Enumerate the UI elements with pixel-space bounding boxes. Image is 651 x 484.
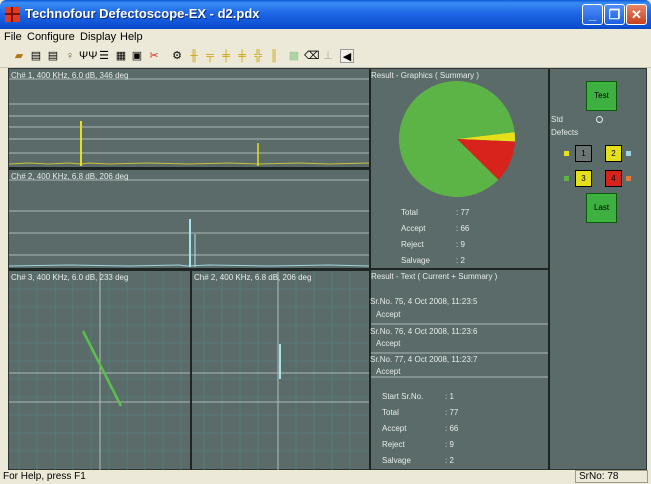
stat-total-label: Total: [401, 208, 418, 217]
summary-start-value: : 1: [445, 392, 454, 401]
print-icon[interactable]: ▤: [29, 49, 43, 63]
ch3-scope: [9, 272, 191, 471]
calibrate-icon[interactable]: ΨΨ: [79, 49, 97, 63]
test-button[interactable]: Test: [586, 81, 617, 111]
defect-2-box[interactable]: 2: [605, 145, 622, 162]
stat-accept-value: : 66: [456, 224, 470, 233]
settings-icon[interactable]: ⚙: [170, 49, 184, 63]
summary-salvage-value: : 2: [445, 456, 454, 465]
ch3-title: Ch# 3, 400 KHz, 6.0 dB, 233 deg: [11, 273, 129, 282]
ch1-scope: [9, 78, 370, 166]
std-radio[interactable]: [596, 116, 603, 123]
ch1-title: Ch# 1, 400 KHz, 6.0 dB, 346 deg: [11, 71, 129, 80]
defects-label: Defects: [551, 128, 579, 137]
last-button[interactable]: Last: [586, 193, 617, 223]
ch2b-title: Ch# 2, 400 KHz, 6.8 dB, 206 deg: [194, 273, 312, 282]
ch2-scope: [9, 179, 370, 267]
std-label: Std: [551, 115, 564, 124]
gate-split-icon[interactable]: ╪: [235, 49, 249, 63]
summary-reject-value: : 9: [445, 440, 454, 449]
eraser-icon[interactable]: ⌫: [304, 49, 320, 63]
report-icon[interactable]: ▣: [130, 49, 144, 63]
ch2-ch3-separator: [9, 268, 369, 271]
main-display: Ch# 1, 400 KHz, 6.0 dB, 346 deg Ch# 2, 4…: [8, 68, 647, 471]
scope-result-separator: [369, 69, 371, 471]
open-icon[interactable]: ▰: [12, 49, 26, 63]
summary-start-label: Start Sr.No.: [382, 392, 424, 401]
defect-3-marker: [564, 176, 569, 181]
help-hint: For Help, press F1: [3, 471, 86, 482]
app-logo-icon: [5, 7, 20, 22]
vertical-gates-icon[interactable]: ╫: [187, 49, 201, 63]
stat-accept-label: Accept: [401, 224, 426, 233]
list-icon[interactable]: ☰: [97, 49, 111, 63]
stat-salvage-value: : 2: [456, 256, 465, 265]
menu-display[interactable]: Display: [80, 31, 116, 43]
defect-4-marker: [626, 176, 631, 181]
summary-accept-value: : 66: [445, 424, 459, 433]
graphics-title: Result - Graphics ( Summary ): [371, 71, 480, 80]
summary-total-value: : 77: [445, 408, 459, 417]
baseline-icon[interactable]: ⊥: [321, 49, 335, 63]
defect-4-box[interactable]: 4: [605, 170, 622, 187]
toolbar: ▰ ▤ ▤ ♀ ΨΨ ☰ ▦ ▣ ✂ ⚙ ╫ ╤ ╪ ╪ ╬ ║ ▩ ⌫ ⊥ ◀: [0, 46, 651, 68]
bar-icon[interactable]: ║: [267, 49, 281, 63]
status-bar: For Help, press F1 SrNo: 78: [0, 470, 651, 484]
serial-number: SrNo: 78: [575, 470, 648, 483]
image-icon[interactable]: ▩: [287, 49, 301, 63]
defect-1-marker: [564, 151, 569, 156]
maximize-icon: ❐: [608, 7, 621, 22]
stat-reject-value: : 9: [456, 240, 465, 249]
menu-bar: File Configure Display Help: [0, 29, 651, 46]
graphics-text-separator: [370, 268, 548, 270]
grid-icon[interactable]: ▦: [114, 49, 128, 63]
horizontal-gates-icon[interactable]: ╤: [203, 49, 217, 63]
summary-accept-label: Accept: [382, 424, 407, 433]
ch2-title: Ch# 2, 400 KHz, 6.8 dB, 206 deg: [11, 172, 129, 181]
ch3-ch2b-separator: [190, 271, 192, 471]
result-entry-2-status: Accept: [376, 339, 401, 348]
result-entry-1-status: Accept: [376, 310, 401, 319]
result-entry-3: Sr.No. 77, 4 Oct 2008, 11:23:7: [370, 355, 478, 364]
window-title: Technofour Defectoscope-EX - d2.pdx: [25, 6, 260, 21]
speaker-icon[interactable]: ◀: [340, 49, 354, 63]
tools-icon[interactable]: ✂: [147, 49, 161, 63]
gate-cross-icon[interactable]: ╬: [251, 49, 265, 63]
menu-help[interactable]: Help: [120, 31, 143, 43]
probe-icon[interactable]: ♀: [63, 49, 77, 63]
result-text-title: Result - Text ( Current + Summary ): [371, 272, 498, 281]
gate-align-icon[interactable]: ╪: [219, 49, 233, 63]
close-icon: ✕: [631, 7, 642, 22]
stat-total-value: : 77: [456, 208, 470, 217]
result-entry-3-status: Accept: [376, 367, 401, 376]
result-controls-separator: [548, 69, 550, 471]
minimize-icon: _: [588, 7, 597, 22]
defect-3-box[interactable]: 3: [575, 170, 592, 187]
print-preview-icon[interactable]: ▤: [46, 49, 60, 63]
result-pie-chart: [399, 81, 515, 197]
menu-configure[interactable]: Configure: [27, 31, 75, 43]
defect-2-marker: [626, 151, 631, 156]
application-window: Technofour Defectoscope-EX - d2.pdx _ ❐ …: [0, 0, 651, 484]
close-button[interactable]: ✕: [626, 4, 647, 25]
defect-1-box[interactable]: 1: [575, 145, 592, 162]
menu-file[interactable]: File: [4, 31, 22, 43]
maximize-button[interactable]: ❐: [604, 4, 625, 25]
stat-salvage-label: Salvage: [401, 256, 430, 265]
result-entry-1: Sr.No. 75, 4 Oct 2008, 11:23:5: [370, 297, 478, 306]
summary-salvage-label: Salvage: [382, 456, 411, 465]
result-entry-2: Sr.No. 76, 4 Oct 2008, 11:23:6: [370, 327, 478, 336]
summary-total-label: Total: [382, 408, 399, 417]
stat-reject-label: Reject: [401, 240, 424, 249]
title-bar[interactable]: Technofour Defectoscope-EX - d2.pdx _ ❐ …: [0, 0, 651, 29]
ch2b-scope: [192, 272, 369, 471]
ch1-ch2-separator: [9, 167, 369, 170]
summary-reject-label: Reject: [382, 440, 405, 449]
minimize-button[interactable]: _: [582, 4, 603, 25]
